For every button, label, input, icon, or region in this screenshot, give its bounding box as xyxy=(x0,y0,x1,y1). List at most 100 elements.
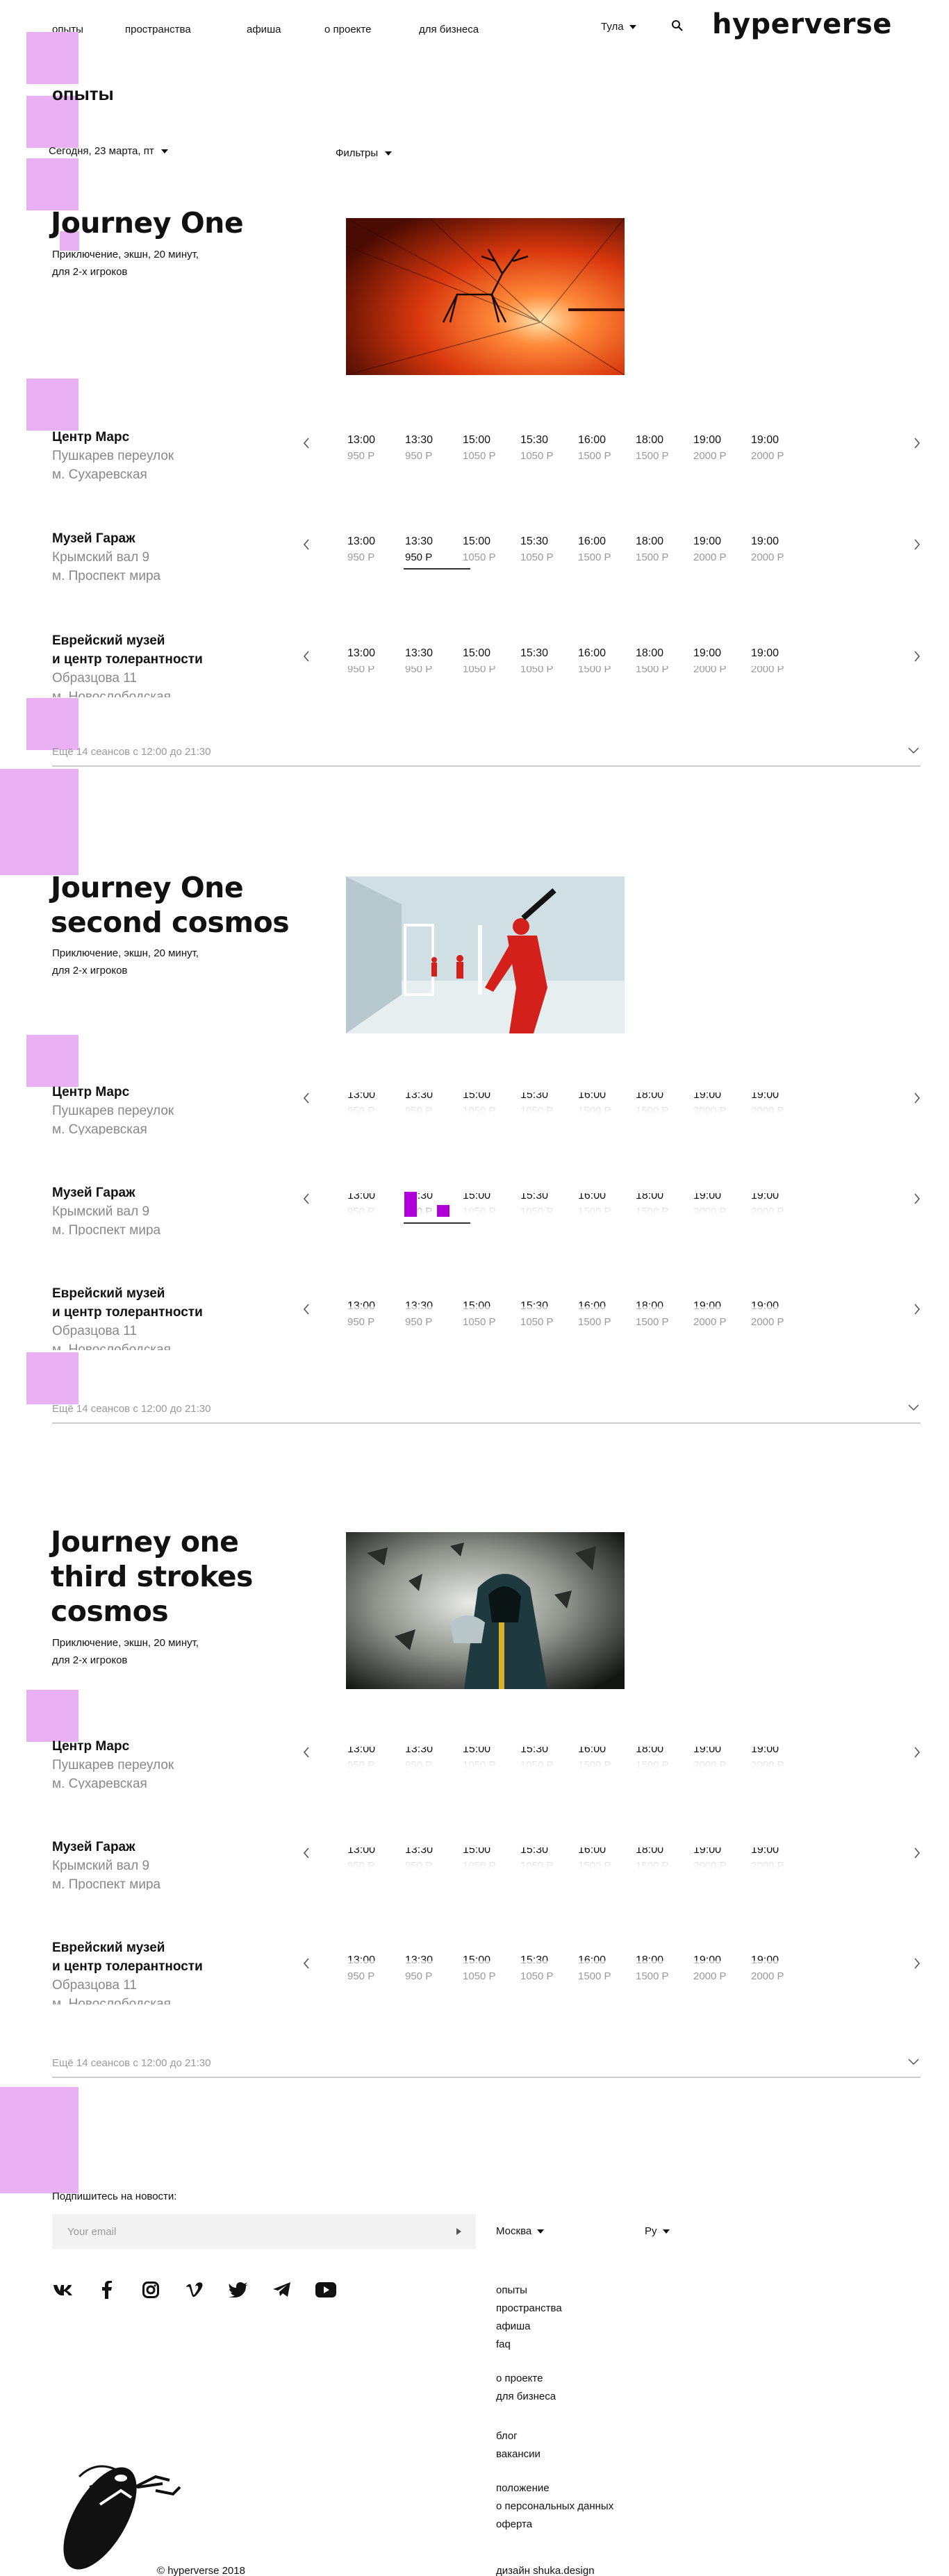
nav-link-about[interactable]: о проекте xyxy=(324,24,371,35)
chevron-right-icon[interactable] xyxy=(911,1745,923,1759)
twitter-icon[interactable] xyxy=(227,2279,249,2300)
venue-name[interactable]: Центр Марс xyxy=(52,428,261,447)
session-slot[interactable]: 18:00 1500 Р xyxy=(636,432,702,464)
chevron-left-icon[interactable] xyxy=(301,649,312,663)
nav-link-spaces[interactable]: пространства xyxy=(125,24,191,35)
footer-link-terms[interactable]: положение xyxy=(496,2479,613,2498)
nav-link-events[interactable]: афиша xyxy=(247,24,281,35)
facebook-icon[interactable] xyxy=(96,2279,118,2300)
telegram-icon[interactable] xyxy=(271,2279,293,2300)
chevron-right-icon[interactable] xyxy=(911,538,923,551)
filters-button[interactable]: Фильтры xyxy=(336,147,393,159)
fade-overlay xyxy=(313,1961,949,1970)
session-slot[interactable]: 15:30 1050 Р xyxy=(520,432,586,464)
chevron-right-icon[interactable] xyxy=(911,1302,923,1316)
experience-title[interactable]: Journey One xyxy=(51,206,244,240)
nav-link-business[interactable]: для бизнеса xyxy=(419,24,479,35)
footer-link-about[interactable]: о проекте xyxy=(496,2370,556,2388)
footer-link-jobs[interactable]: вакансии xyxy=(496,2445,540,2463)
venue-name[interactable]: Музей Гараж xyxy=(52,529,261,548)
session-slot[interactable]: 15:00 1050 Р xyxy=(463,533,529,565)
vimeo-icon[interactable] xyxy=(183,2279,206,2300)
session-slot[interactable]: 13:00 950 Р xyxy=(347,533,413,565)
instagram-icon[interactable] xyxy=(140,2279,162,2300)
session-slot[interactable]: 15:30 1050 Р xyxy=(520,533,586,565)
language-select[interactable]: Ру xyxy=(645,2225,670,2237)
fade-overlay xyxy=(313,1738,949,1747)
session-slot[interactable]: 19:00 2000 Р xyxy=(751,533,817,565)
chevron-right-icon[interactable] xyxy=(911,1846,923,1860)
venue-row: Музей Гараж Крымский вал 9 м. Проспект м… xyxy=(0,1838,949,1890)
chevron-left-icon[interactable] xyxy=(301,1091,312,1105)
search-icon[interactable] xyxy=(671,19,684,32)
submit-arrow-icon[interactable] xyxy=(455,2227,462,2236)
copyright: © hyperverse 2018 xyxy=(157,2565,245,2576)
venue-name[interactable]: Музей Гараж xyxy=(52,1838,261,1856)
venue-name[interactable]: Еврейский музей и центр толерантности xyxy=(52,631,261,669)
chevron-left-icon[interactable] xyxy=(301,436,312,450)
venue-name[interactable]: Музей Гараж xyxy=(52,1183,261,1202)
venue-address: Пушкарев переулок м. Сухаревская xyxy=(52,1756,261,1789)
footer-link-business[interactable]: для бизнеса xyxy=(496,2388,556,2406)
session-slot[interactable]: 18:00 1500 Р xyxy=(636,533,702,565)
footer-link-faq[interactable]: faq xyxy=(496,2336,562,2354)
venue-name[interactable]: Центр Марс xyxy=(52,1737,261,1756)
grid-marker xyxy=(26,158,79,210)
experience-title[interactable]: Journey one third strokes cosmos xyxy=(51,1524,253,1629)
footer-link-offer[interactable]: оферта xyxy=(496,2516,613,2534)
more-sessions[interactable]: Ещё 14 сеансов с 12:00 до 21:30 xyxy=(52,1403,921,1424)
more-sessions[interactable]: Ещё 14 сеансов с 12:00 до 21:30 xyxy=(52,2057,921,2078)
chevron-left-icon[interactable] xyxy=(301,1302,312,1316)
session-slot[interactable]: 19:00 2000 Р xyxy=(751,432,817,464)
venue-name[interactable]: Еврейский музей и центр толерантности xyxy=(52,1938,261,1976)
session-price: 2000 Р xyxy=(693,450,727,462)
session-price: 950 Р xyxy=(405,1316,433,1328)
footer-link-personal-data[interactable]: о персональных данных xyxy=(496,2498,613,2516)
session-time: 19:00 xyxy=(751,434,779,446)
chevron-left-icon[interactable] xyxy=(301,1846,312,1860)
design-credits[interactable]: дизайн shuka.design xyxy=(496,2565,595,2576)
venue-address-line: Образцова 11 xyxy=(52,1324,137,1338)
experience-image[interactable] xyxy=(346,1532,625,1689)
chevron-right-icon[interactable] xyxy=(911,436,923,450)
email-input[interactable] xyxy=(52,2214,476,2249)
vk-icon[interactable] xyxy=(52,2279,74,2300)
venue-address: Образцова 11 м. Новослободская xyxy=(52,669,261,697)
session-slot[interactable]: 13:30 950 Р xyxy=(405,432,471,464)
footer-city-select[interactable]: Москва xyxy=(496,2225,545,2237)
venue-name[interactable]: Центр Марс xyxy=(52,1083,261,1102)
venue-address: Пушкарев переулок м. Сухаревская xyxy=(52,447,261,484)
chevron-right-icon[interactable] xyxy=(911,1192,923,1206)
chevron-left-icon[interactable] xyxy=(301,1745,312,1759)
session-price: 1500 Р xyxy=(578,1316,611,1328)
session-slot[interactable]: 13:00 950 Р xyxy=(347,432,413,464)
city-select[interactable]: Тула xyxy=(601,21,636,33)
fade-overlay xyxy=(313,1306,949,1316)
chevron-left-icon[interactable] xyxy=(301,1956,312,1970)
experience-title[interactable]: Journey One second cosmos xyxy=(51,870,290,940)
session-slot[interactable]: 15:00 1050 Р xyxy=(463,432,529,464)
footer-link-experiences[interactable]: опыты xyxy=(496,2282,562,2300)
chevron-right-icon[interactable] xyxy=(911,1091,923,1105)
footer-link-spaces[interactable]: пространства xyxy=(496,2300,562,2318)
chevron-left-icon[interactable] xyxy=(301,1192,312,1206)
session-slot[interactable]: 13:30 950 Р xyxy=(404,533,471,570)
session-slot[interactable]: 16:00 1500 Р xyxy=(578,432,644,464)
chevron-right-icon[interactable] xyxy=(911,649,923,663)
session-slot[interactable]: 16:00 1500 Р xyxy=(578,533,644,565)
youtube-icon[interactable] xyxy=(315,2279,337,2300)
session-slot[interactable]: 19:00 2000 Р xyxy=(693,533,759,565)
experience-image[interactable] xyxy=(346,218,625,375)
venue-name[interactable]: Еврейский музей и центр толерантности xyxy=(52,1284,261,1322)
chevron-left-icon[interactable] xyxy=(301,538,312,551)
experience-image[interactable] xyxy=(346,876,625,1033)
date-select[interactable]: Сегодня, 23 марта, пт xyxy=(49,145,168,157)
session-slot[interactable]: 19:00 2000 Р xyxy=(693,432,759,464)
chevron-right-icon[interactable] xyxy=(911,1956,923,1970)
more-sessions[interactable]: Ещё 14 сеансов с 12:00 до 21:30 xyxy=(52,746,921,767)
venue-address: Крымский вал 9 м. Проспект мира xyxy=(52,1202,261,1236)
footer-link-events[interactable]: афиша xyxy=(496,2318,562,2336)
logo[interactable]: hyperverse xyxy=(712,8,892,40)
grid-marker xyxy=(0,2087,79,2193)
footer-link-blog[interactable]: блог xyxy=(496,2427,540,2445)
